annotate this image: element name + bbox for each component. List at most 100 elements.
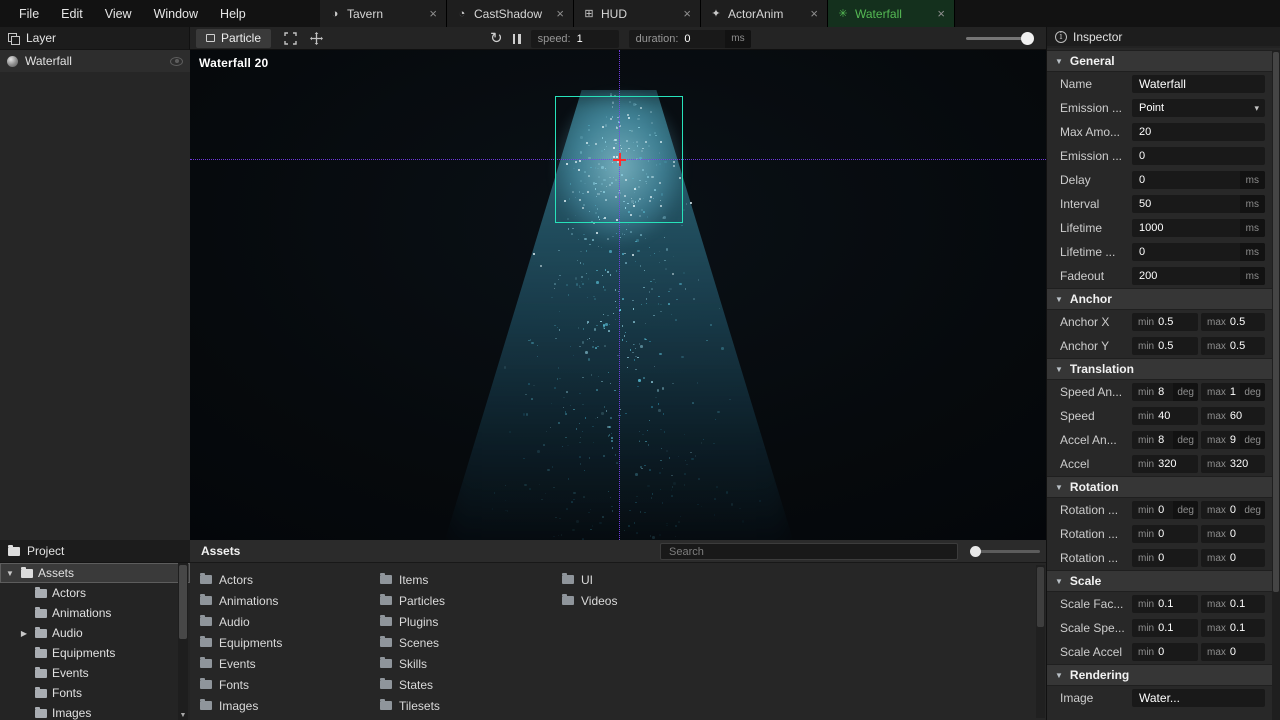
tree-item-events[interactable]: Events [0,663,190,683]
duration-field[interactable]: duration: 0 ms [629,30,751,48]
tab-castshadow[interactable]: ◔CastShadow× [447,0,574,27]
asset-folder-skills[interactable]: Skills [380,653,445,674]
field-emission[interactable]: 0 [1132,147,1265,165]
min-field[interactable]: min0 [1132,643,1198,661]
thumbnail-size-knob[interactable] [970,546,981,557]
min-field[interactable]: min0deg [1132,501,1198,519]
max-field[interactable]: max9deg [1201,431,1265,449]
tab-close-icon[interactable]: × [937,6,945,21]
thumbnail-size-slider[interactable] [972,550,1040,553]
field-emission[interactable]: Point▾ [1132,99,1265,117]
tree-item-audio[interactable]: ▶Audio [0,623,190,643]
particle-canvas[interactable]: Waterfall 20 [190,50,1046,540]
asset-folder-fonts[interactable]: Fonts [200,674,282,695]
field-name[interactable]: Waterfall [1132,75,1265,93]
asset-folder-particles[interactable]: Particles [380,590,445,611]
max-field[interactable]: max60 [1201,407,1265,425]
menu-edit[interactable]: Edit [50,7,94,21]
max-field[interactable]: max0 [1201,549,1265,567]
pause-icon[interactable] [513,34,521,44]
min-field[interactable]: min0 [1132,525,1198,543]
section-header-scale[interactable]: ▼Scale [1047,570,1273,592]
layer-item-waterfall[interactable]: Waterfall [0,50,190,72]
tree-item-actors[interactable]: Actors [0,583,190,603]
scrollbar-thumb[interactable] [1273,52,1279,592]
asset-folder-tilesets[interactable]: Tilesets [380,695,445,716]
section-header-rendering[interactable]: ▼Rendering [1047,664,1273,686]
field-fadeout[interactable]: 200ms [1132,267,1265,285]
field-delay[interactable]: 0ms [1132,171,1265,189]
section-header-anchor[interactable]: ▼Anchor [1047,288,1273,310]
min-field[interactable]: min0.5 [1132,313,1198,331]
particle-view-tab[interactable]: Particle [196,29,271,48]
tab-waterfall[interactable]: ✳Waterfall× [828,0,955,27]
tab-close-icon[interactable]: × [810,6,818,21]
asset-folder-items[interactable]: Items [380,569,445,590]
field-lifetime[interactable]: 1000ms [1132,219,1265,237]
project-tree-scrollbar[interactable]: ▼ [178,563,188,720]
expand-icon[interactable]: ▼ [4,569,16,578]
max-field[interactable]: max0 [1201,643,1265,661]
visibility-eye-icon[interactable] [170,57,183,66]
min-field[interactable]: min8deg [1132,383,1198,401]
min-field[interactable]: min0.1 [1132,619,1198,637]
asset-folder-images[interactable]: Images [200,695,282,716]
min-field[interactable]: min0.5 [1132,337,1198,355]
menu-view[interactable]: View [94,7,143,21]
tab-close-icon[interactable]: × [429,6,437,21]
field-lifetime[interactable]: 0ms [1132,243,1265,261]
asset-folder-states[interactable]: States [380,674,445,695]
min-field[interactable]: min8deg [1132,431,1198,449]
min-field[interactable]: min40 [1132,407,1198,425]
tab-actoranim[interactable]: ✦ActorAnim× [701,0,828,27]
search-input[interactable] [660,543,958,560]
asset-folder-ui[interactable]: UI [562,569,617,590]
field-image[interactable]: Water... [1132,689,1265,707]
min-field[interactable]: min0 [1132,549,1198,567]
field-max-amo[interactable]: 20 [1132,123,1265,141]
scrollbar-thumb[interactable] [179,565,187,639]
zoom-slider-knob[interactable] [1021,32,1034,45]
section-header-rotation[interactable]: ▼Rotation [1047,476,1273,498]
max-field[interactable]: max0.1 [1201,619,1265,637]
asset-folder-actors[interactable]: Actors [200,569,282,590]
min-field[interactable]: min320 [1132,455,1198,473]
tree-item-equipments[interactable]: Equipments [0,643,190,663]
asset-folder-audio[interactable]: Audio [200,611,282,632]
tree-item-assets[interactable]: ▼Assets [0,563,190,583]
menu-file[interactable]: File [8,7,50,21]
max-field[interactable]: max0 [1201,525,1265,543]
min-field[interactable]: min0.1 [1132,595,1198,613]
center-view-icon[interactable] [310,32,323,45]
assets-scrollbar[interactable] [1036,565,1045,718]
expand-icon[interactable]: ▶ [18,629,30,638]
asset-folder-videos[interactable]: Videos [562,590,617,611]
max-field[interactable]: max0.5 [1201,337,1265,355]
max-field[interactable]: max0.5 [1201,313,1265,331]
asset-folder-scenes[interactable]: Scenes [380,632,445,653]
asset-folder-animations[interactable]: Animations [200,590,282,611]
restart-icon[interactable]: ↻ [490,31,503,46]
speed-field[interactable]: speed: 1 [531,30,619,48]
fullscreen-icon[interactable] [284,32,297,45]
section-header-translation[interactable]: ▼Translation [1047,358,1273,380]
zoom-slider[interactable] [966,37,1032,40]
inspector-scrollbar[interactable] [1272,50,1280,720]
tree-item-fonts[interactable]: Fonts [0,683,190,703]
field-interval[interactable]: 50ms [1132,195,1265,213]
tab-close-icon[interactable]: × [556,6,564,21]
asset-folder-events[interactable]: Events [200,653,282,674]
scrollbar-thumb[interactable] [1037,567,1044,627]
asset-folder-equipments[interactable]: Equipments [200,632,282,653]
tree-item-animations[interactable]: Animations [0,603,190,623]
menu-help[interactable]: Help [209,7,257,21]
menu-window[interactable]: Window [143,7,209,21]
scroll-down-icon[interactable]: ▼ [178,712,188,719]
max-field[interactable]: max0deg [1201,501,1265,519]
max-field[interactable]: max0.1 [1201,595,1265,613]
max-field[interactable]: max320 [1201,455,1265,473]
tab-hud[interactable]: ⊞HUD× [574,0,701,27]
tab-tavern[interactable]: ◑Tavern× [320,0,447,27]
section-header-general[interactable]: ▼General [1047,50,1273,72]
tab-close-icon[interactable]: × [683,6,691,21]
